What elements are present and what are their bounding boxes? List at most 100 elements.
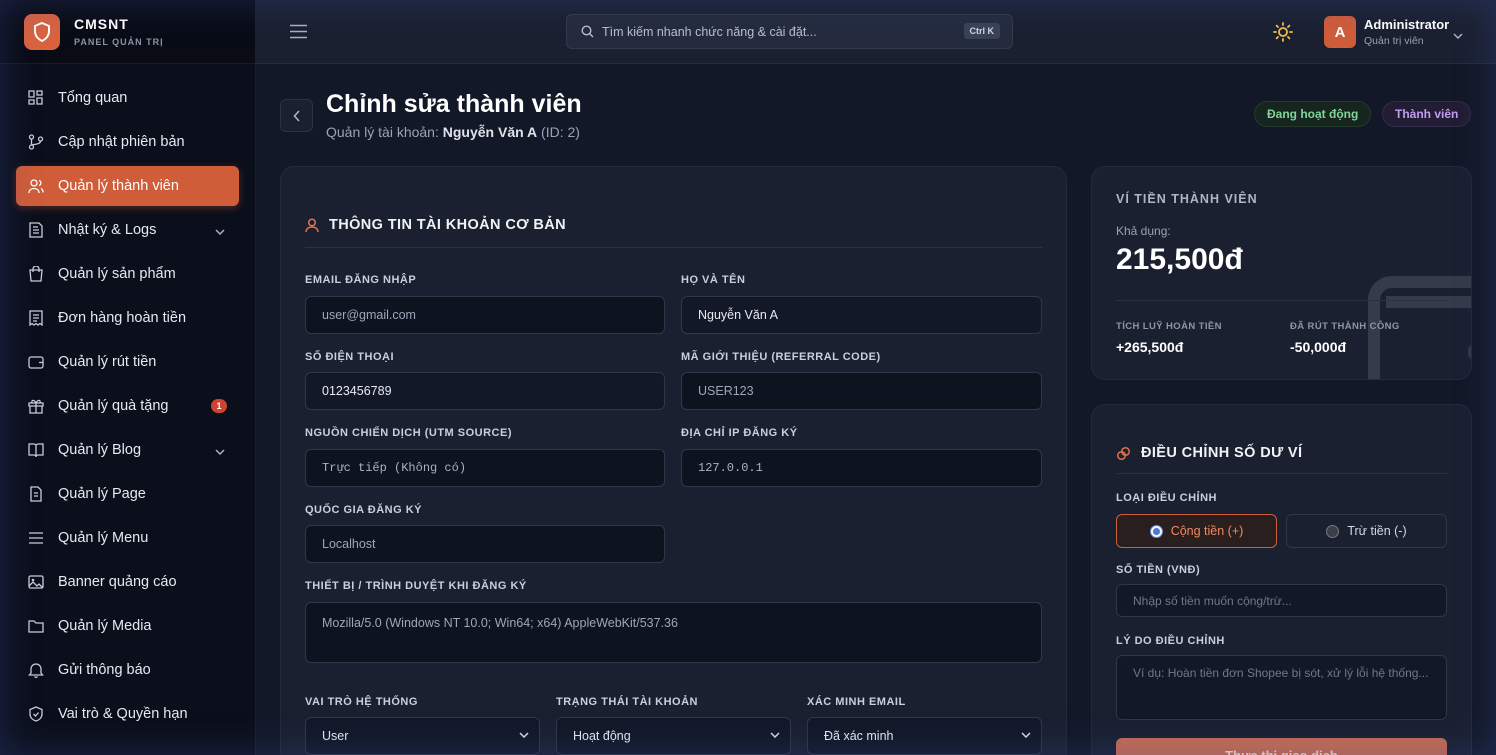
receipt-icon: [28, 310, 44, 326]
role-select-value: User: [322, 729, 349, 743]
reason-label: LÝ DO ĐIỀU CHỈNH: [1116, 635, 1225, 647]
sidebar-item-label: Quản lý Menu: [58, 530, 149, 546]
adjust-type-label: LOẠI ĐIỀU CHỈNH: [1116, 492, 1217, 504]
brand-subtitle: PANEL QUẢN TRỊ: [74, 37, 164, 47]
topbar: Tìm kiếm nhanh chức năng & cài đặt... Ct…: [256, 0, 1496, 64]
user-icon: [305, 217, 319, 233]
sidebar-item[interactable]: Quản lý quà tặng 1: [16, 386, 239, 426]
sidebar-item[interactable]: Vai trò & Quyền hạn: [16, 694, 239, 734]
menu-icon: [28, 530, 44, 546]
wallet-card: VÍ TIỀN THÀNH VIÊN Khả dụng: 215,500đ TÍ…: [1091, 166, 1472, 380]
available-label: Khả dụng:: [1116, 224, 1171, 238]
account-status-label: TRẠNG THÁI TÀI KHOẢN: [556, 696, 698, 708]
shield-icon: [28, 706, 44, 722]
country-field[interactable]: Localhost: [305, 525, 665, 563]
folder-icon: [28, 618, 44, 634]
email-field[interactable]: user@gmail.com: [305, 296, 665, 334]
sidebar-item[interactable]: Gửi thông báo: [16, 650, 239, 690]
ip-field[interactable]: 127.0.0.1: [681, 449, 1042, 487]
sidebar-item-label: Gửi thông báo: [58, 662, 151, 678]
sidebar-item-label: Quản lý rút tiền: [58, 354, 157, 370]
utm-field[interactable]: Trực tiếp (Không có): [305, 449, 665, 487]
email-verify-label: XÁC MINH EMAIL: [807, 696, 906, 708]
divider: [305, 247, 1042, 248]
git-branch-icon: [28, 134, 44, 150]
sidebar-item[interactable]: Quản lý Page: [16, 474, 239, 514]
book-icon: [28, 442, 44, 458]
sidebar-item[interactable]: Quản lý Media: [16, 606, 239, 646]
cashback-value: +265,500đ: [1116, 339, 1184, 355]
referral-field[interactable]: USER123: [681, 372, 1042, 410]
sidebar-item[interactable]: Quản lý rút tiền: [16, 342, 239, 382]
sidebar-item[interactable]: Cập nhật phiên bản: [16, 122, 239, 162]
role-label: VAI TRÒ HỆ THỐNG: [305, 696, 418, 708]
sidebar-item-label: Quản lý Media: [58, 618, 152, 634]
adjust-heading: ĐIỀU CHỈNH SỐ DƯ VÍ: [1141, 445, 1303, 461]
avatar[interactable]: A: [1324, 16, 1356, 48]
basic-info-heading: THÔNG TIN TÀI KHOẢN CƠ BẢN: [329, 217, 567, 233]
wallet-balance: 215,500đ: [1116, 243, 1243, 276]
notification-badge: 1: [211, 399, 227, 413]
file-icon: [28, 486, 44, 502]
sidebar-item[interactable]: Nhật ký & Logs: [16, 210, 239, 250]
add-money-label: Cộng tiền (+): [1170, 524, 1244, 538]
email-verify-select[interactable]: Đã xác minh: [807, 717, 1042, 755]
full-name-label: HỌ VÀ TÊN: [681, 274, 746, 286]
sidebar: CMSNT PANEL QUẢN TRỊ Tổng quan Cập nhật p…: [0, 0, 256, 755]
chevron-down-icon: [215, 223, 225, 239]
withdrawn-label: ĐÃ RÚT THÀNH CÔNG: [1290, 321, 1400, 332]
sidebar-item[interactable]: Quản lý Blog: [16, 430, 239, 470]
search-icon: [581, 25, 594, 38]
role-select[interactable]: User: [305, 717, 540, 755]
link-icon: [1116, 446, 1131, 461]
subtract-money-radio[interactable]: Trừ tiền (-): [1286, 514, 1447, 548]
status-badge: Đang hoạt động: [1254, 101, 1372, 127]
sidebar-item-label: Vai trò & Quyền hạn: [58, 706, 188, 722]
hamburger-menu-icon[interactable]: [290, 24, 307, 44]
subtitle-prefix: Quản lý tài khoản:: [326, 124, 439, 140]
sidebar-item-label: Quản lý Page: [58, 486, 146, 502]
chevron-down-icon: [215, 443, 225, 459]
chevron-down-icon[interactable]: [1453, 26, 1463, 44]
account-status-select[interactable]: Hoạt động: [556, 717, 791, 755]
basic-info-card: THÔNG TIN TÀI KHOẢN CƠ BẢN EMAIL ĐĂNG NH…: [280, 166, 1067, 755]
sidebar-item-label: Quản lý sản phẩm: [58, 266, 176, 282]
sidebar-item[interactable]: Quản lý Menu: [16, 518, 239, 558]
utm-label: NGUỒN CHIẾN DỊCH (UTM SOURCE): [305, 427, 512, 439]
role-badge: Thành viên: [1382, 101, 1472, 127]
sidebar-item[interactable]: Quản lý thành viên: [16, 166, 239, 206]
radio-checked-icon: [1149, 524, 1163, 538]
shopping-bag-icon: [28, 266, 44, 282]
subtract-money-label: Trừ tiền (-): [1347, 524, 1407, 538]
gift-icon: [28, 398, 44, 414]
sidebar-item[interactable]: Banner quảng cáo: [16, 562, 239, 602]
full-name-field[interactable]: Nguyễn Văn A: [681, 296, 1042, 334]
basic-info-title: THÔNG TIN TÀI KHOẢN CƠ BẢN: [305, 217, 566, 233]
chevron-down-icon: [770, 732, 780, 738]
back-button[interactable]: [280, 99, 313, 132]
ip-label: ĐỊA CHỈ IP ĐĂNG KÝ: [681, 427, 798, 439]
sidebar-item[interactable]: Tổng quan: [16, 78, 239, 118]
search-input[interactable]: Tìm kiếm nhanh chức năng & cài đặt... Ct…: [566, 14, 1013, 49]
subtitle-user-name: Nguyễn Văn A: [442, 124, 538, 140]
amount-input[interactable]: Nhập số tiền muốn cộng/trừ...: [1116, 584, 1447, 617]
main-content: Chỉnh sửa thành viên Quản lý tài khoản: …: [256, 64, 1496, 755]
user-name[interactable]: Administrator: [1364, 17, 1449, 32]
sidebar-item[interactable]: Quản lý sản phẩm: [16, 254, 239, 294]
brand-name: CMSNT: [74, 16, 129, 32]
divider: [1116, 473, 1447, 474]
chevron-left-icon: [292, 109, 300, 122]
add-money-radio[interactable]: Cộng tiền (+): [1116, 514, 1277, 548]
radio-unchecked-icon: [1326, 524, 1340, 538]
phone-field[interactable]: 0123456789: [305, 372, 665, 410]
sidebar-item-label: Quản lý Blog: [58, 442, 142, 458]
divider: [1116, 300, 1447, 301]
submit-transaction-button[interactable]: Thực thi giao dịch: [1116, 738, 1447, 755]
reason-textarea[interactable]: Ví dụ: Hoàn tiền đơn Shopee bị sót, xử l…: [1116, 655, 1447, 720]
sidebar-item[interactable]: Đơn hàng hoàn tiền: [16, 298, 239, 338]
amount-label: SỐ TIỀN (VNĐ): [1116, 564, 1201, 576]
cashback-label: TÍCH LUỸ HOÀN TIỀN: [1116, 321, 1222, 332]
sun-icon[interactable]: [1273, 22, 1293, 47]
email-verify-value: Đã xác minh: [824, 729, 894, 743]
device-textarea[interactable]: Mozilla/5.0 (Windows NT 10.0; Win64; x64…: [305, 602, 1042, 663]
